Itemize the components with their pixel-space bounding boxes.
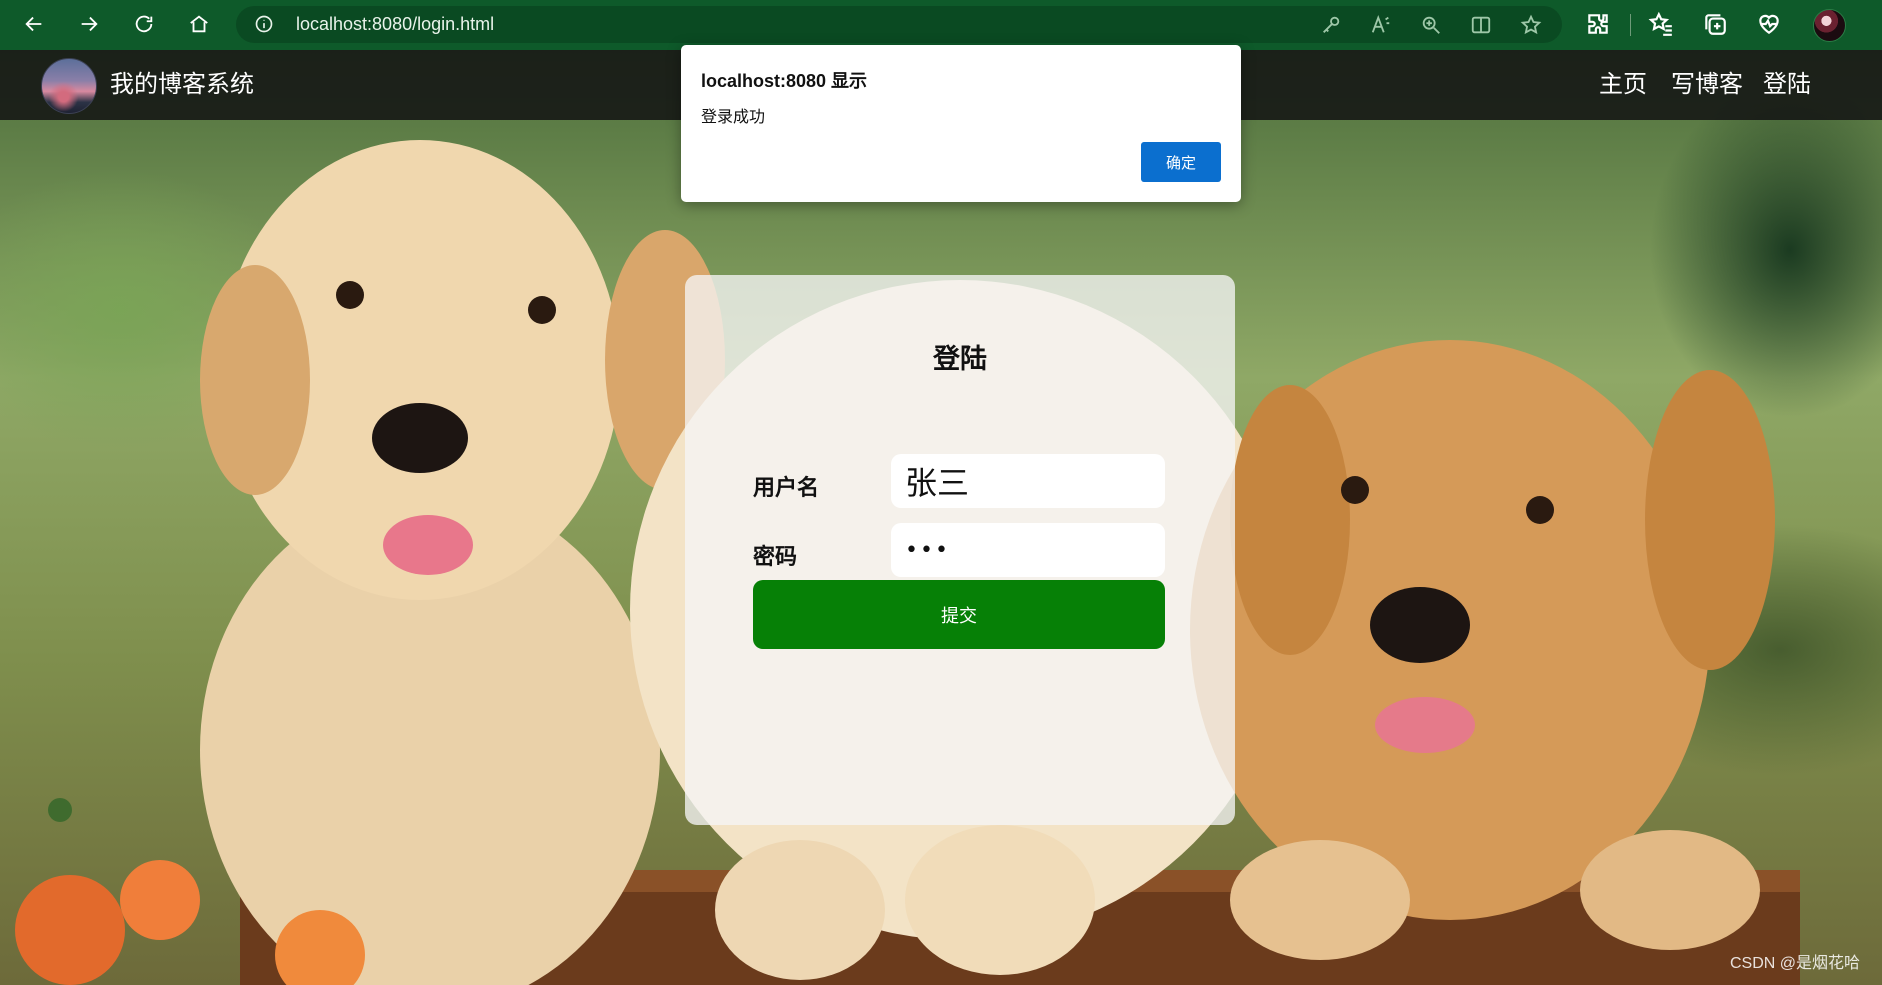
login-card: 登陆 用户名 密码 提交: [685, 275, 1235, 825]
username-label: 用户名: [753, 475, 820, 500]
site-info-icon[interactable]: [254, 14, 274, 34]
key-icon[interactable]: [1320, 14, 1342, 36]
nav-link-login[interactable]: 登陆: [1763, 50, 1811, 120]
profile-avatar[interactable]: [1813, 9, 1846, 42]
nav-link-home[interactable]: 主页: [1599, 50, 1647, 120]
watermark: CSDN @是烟花哈: [1729, 955, 1860, 972]
browser-health-icon[interactable]: [1756, 11, 1782, 37]
split-screen-icon[interactable]: [1470, 14, 1492, 36]
refresh-icon[interactable]: [128, 8, 160, 40]
nav-link-write-blog[interactable]: 写博客: [1671, 50, 1743, 120]
alert-dialog: localhost:8080 显示 登录成功 确定: [681, 45, 1241, 202]
username-input[interactable]: [891, 454, 1165, 508]
alert-message: 登录成功: [701, 109, 766, 126]
extensions-icon[interactable]: [1585, 11, 1611, 37]
forward-arrow-icon[interactable]: [73, 8, 105, 40]
home-icon[interactable]: [183, 8, 215, 40]
alert-ok-button[interactable]: 确定: [1141, 142, 1221, 182]
collections-icon[interactable]: [1702, 11, 1728, 37]
star-icon[interactable]: [1520, 14, 1542, 36]
site-title: 我的博客系统: [110, 71, 254, 98]
site-logo[interactable]: [41, 58, 97, 114]
alert-title: localhost:8080 显示: [701, 71, 868, 91]
password-label: 密码: [753, 544, 798, 569]
toolbar-divider: [1630, 14, 1631, 36]
zoom-icon[interactable]: [1420, 14, 1442, 36]
address-bar[interactable]: localhost:8080/login.html: [236, 6, 1562, 43]
submit-button[interactable]: 提交: [753, 580, 1165, 649]
favorites-icon[interactable]: [1648, 11, 1674, 37]
login-title: 登陆: [933, 344, 987, 374]
url-text[interactable]: localhost:8080/login.html: [296, 6, 494, 43]
password-input[interactable]: [891, 523, 1165, 577]
back-arrow-icon[interactable]: [18, 8, 50, 40]
read-aloud-icon[interactable]: [1370, 14, 1392, 36]
